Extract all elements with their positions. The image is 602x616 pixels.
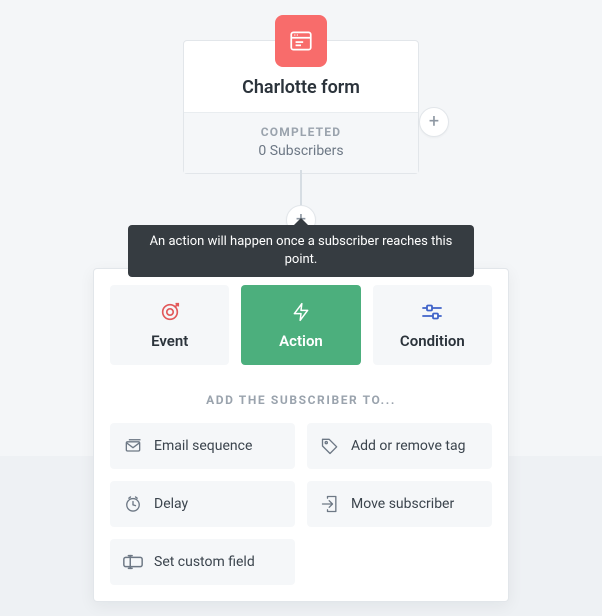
step-type-panel: Event Action (93, 268, 509, 602)
form-icon (275, 15, 327, 67)
tab-condition[interactable]: Condition (373, 285, 492, 365)
trigger-status-label: COMPLETED (196, 125, 406, 139)
action-label: Email sequence (154, 438, 252, 454)
plus-icon: + (429, 113, 439, 131)
field-icon (122, 551, 144, 573)
action-email-sequence[interactable]: Email sequence (110, 423, 295, 469)
action-label: Add or remove tag (351, 438, 465, 454)
bolt-icon (289, 300, 313, 324)
trigger-card[interactable]: Charlotte form COMPLETED 0 Subscribers (183, 40, 419, 174)
envelope-stack-icon (122, 435, 144, 457)
trigger-subscribers-count: 0 Subscribers (196, 143, 406, 159)
action-grid: Email sequence Add or remove tag (110, 423, 492, 585)
action-delay[interactable]: Delay (110, 481, 295, 527)
condition-icon (420, 300, 444, 324)
connector-line (300, 170, 302, 208)
step-type-tabs: Event Action (110, 285, 492, 365)
action-label: Set custom field (154, 554, 255, 570)
action-move-subscriber[interactable]: Move subscriber (307, 481, 492, 527)
section-heading: ADD THE SUBSCRIBER TO... (110, 393, 492, 407)
action-label: Delay (154, 496, 188, 512)
trigger-title: Charlotte form (184, 77, 418, 112)
tag-icon (319, 435, 341, 457)
trigger-footer: COMPLETED 0 Subscribers (184, 112, 418, 173)
tooltip: An action will happen once a subscriber … (128, 225, 474, 277)
clock-icon (122, 493, 144, 515)
export-icon (319, 493, 341, 515)
tab-label: Event (151, 332, 188, 350)
action-label: Move subscriber (351, 496, 454, 512)
add-branch-button[interactable]: + (419, 107, 449, 137)
tab-event[interactable]: Event (110, 285, 229, 365)
action-add-remove-tag[interactable]: Add or remove tag (307, 423, 492, 469)
tab-label: Action (279, 332, 323, 350)
tab-action[interactable]: Action (241, 285, 360, 365)
target-icon (158, 300, 182, 324)
action-set-custom-field[interactable]: Set custom field (110, 539, 295, 585)
tab-label: Condition (400, 332, 465, 350)
